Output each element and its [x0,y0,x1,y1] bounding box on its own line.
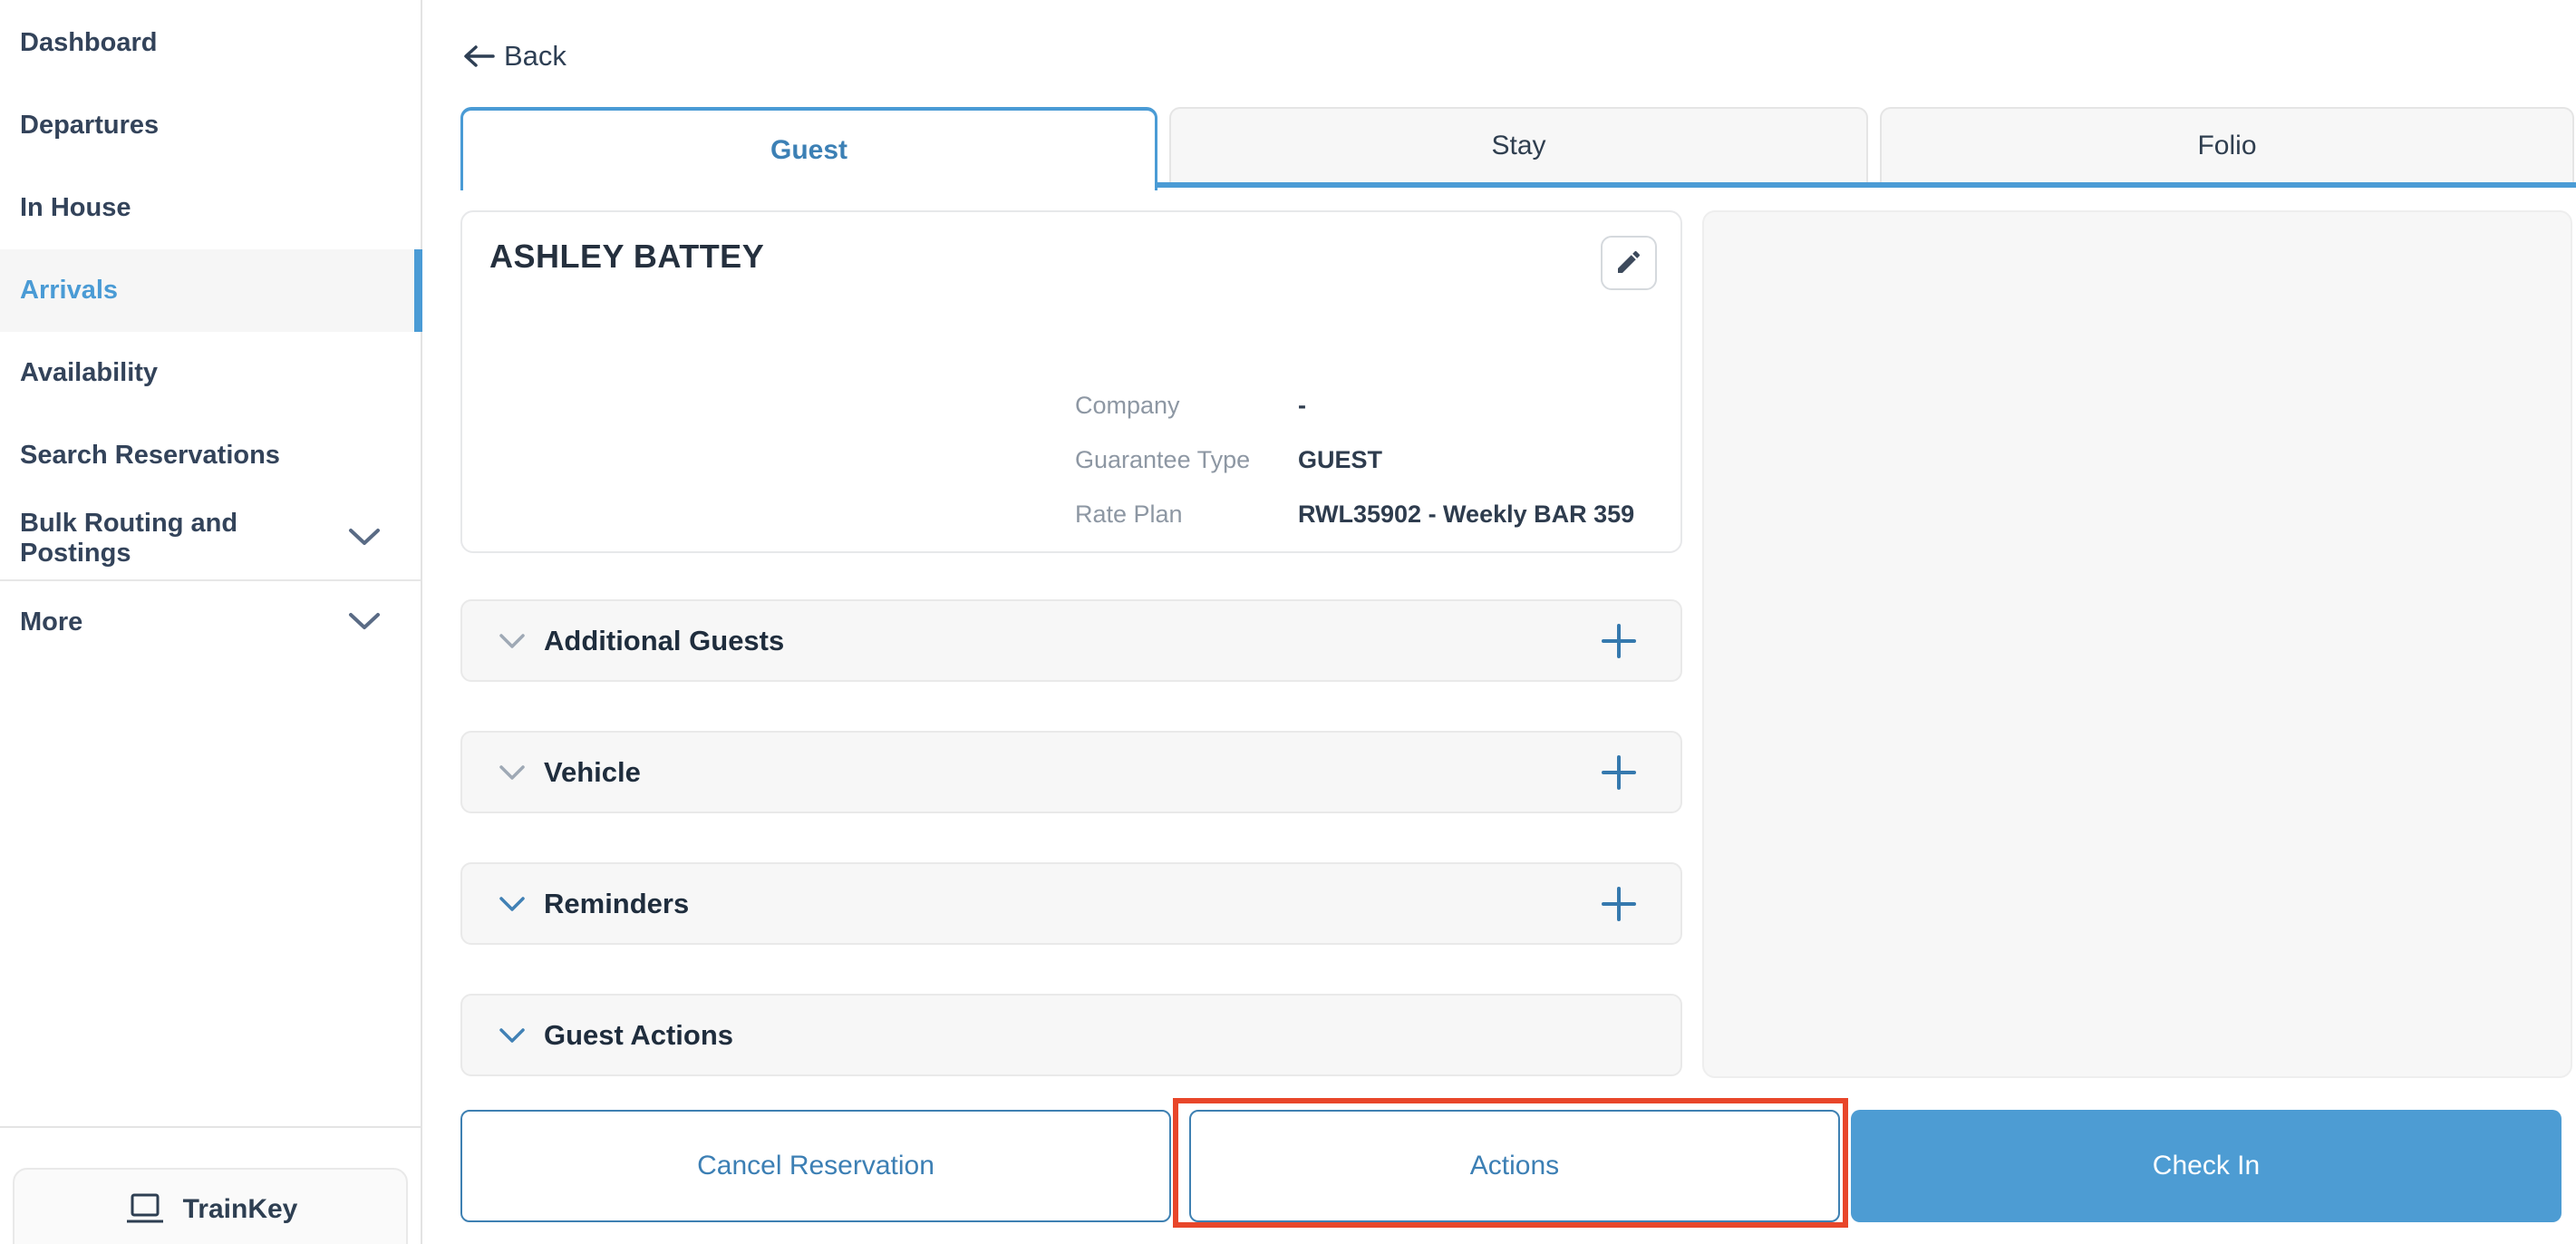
tab-bar: Guest Stay Folio [460,107,2576,190]
sidebar-item-label: More [20,607,82,637]
tab-label: Folio [2197,131,2256,161]
sidebar-item-dashboard[interactable]: Dashboard [0,2,421,84]
add-reminder-button[interactable] [1597,882,1641,926]
field-row-company: Company - [1075,390,1634,421]
section-additional-guests[interactable]: Additional Guests [460,599,1682,682]
section-reminders[interactable]: Reminders [460,862,1682,945]
section-title: Reminders [544,888,1597,920]
app-root: Dashboard Departures In House Arrivals A… [0,0,2576,1244]
section-title: Guest Actions [544,1019,1641,1052]
sidebar-item-label: Search Reservations [20,441,280,471]
chevron-down-icon [499,633,526,649]
add-additional-guest-button[interactable] [1597,619,1641,663]
guest-fields: Company - Guarantee Type GUEST Rate Plan… [1075,390,1634,553]
cancel-reservation-button[interactable]: Cancel Reservation [460,1110,1171,1222]
pencil-icon [1614,248,1643,279]
sidebar-footer: TrainKey [0,1126,421,1244]
plus-icon [1600,885,1638,923]
back-label: Back [504,40,567,73]
check-in-button[interactable]: Check In [1851,1110,2561,1222]
sidebar-item-label: Arrivals [20,276,118,306]
laptop-icon [123,1190,167,1234]
plus-icon [1600,753,1638,792]
edit-guest-button[interactable] [1601,236,1657,290]
sidebar-item-label: In House [20,193,131,223]
sidebar-item-more[interactable]: More [0,581,421,664]
sidebar-item-in-house[interactable]: In House [0,167,421,249]
trainkey-label: TrainKey [183,1190,298,1229]
add-vehicle-button[interactable] [1597,751,1641,794]
section-vehicle[interactable]: Vehicle [460,731,1682,813]
chevron-down-icon [499,896,526,912]
tab-label: Guest [770,135,847,166]
section-title: Vehicle [544,756,1597,789]
guest-name: ASHLEY BATTEY [489,238,764,276]
chevron-down-icon [348,523,381,553]
sidebar: Dashboard Departures In House Arrivals A… [0,0,422,1244]
field-value: RWL35902 - Weekly BAR 359 [1298,499,1634,530]
sidebar-item-label: Availability [20,358,158,388]
arrow-left-icon [462,44,495,69]
sidebar-item-bulk-routing-and-postings[interactable]: Bulk Routing and Postings [0,497,421,579]
field-value: - [1298,390,1306,421]
guest-details-card: ASHLEY BATTEY Company - Guarantee Type G… [460,210,1682,553]
field-label: Company [1075,390,1298,421]
tab-label: Stay [1491,131,1545,161]
sidebar-item-availability[interactable]: Availability [0,332,421,414]
trainkey-button[interactable]: TrainKey [13,1168,408,1244]
actions-button[interactable]: Actions [1189,1110,1840,1222]
field-row-guarantee-type: Guarantee Type GUEST [1075,444,1634,475]
field-value: GUEST [1298,444,1382,475]
sidebar-item-label: Dashboard [20,28,157,58]
tab-guest[interactable]: Guest [460,107,1157,190]
detail-side-panel [1702,210,2572,1078]
section-guest-actions[interactable]: Guest Actions [460,994,1682,1076]
section-title: Additional Guests [544,625,1597,657]
tab-folio[interactable]: Folio [1880,107,2574,182]
chevron-down-icon [348,607,381,637]
tab-active-underline [1157,182,2576,188]
main-content: Back Guest Stay Folio ASHLEY BATTEY [422,0,2576,1244]
plus-icon [1600,622,1638,660]
sidebar-item-label: Departures [20,111,159,141]
sidebar-nav: Dashboard Departures In House Arrivals A… [0,0,421,664]
field-row-rate-plan: Rate Plan RWL35902 - Weekly BAR 359 [1075,499,1634,530]
sidebar-item-search-reservations[interactable]: Search Reservations [0,414,421,497]
chevron-down-icon [499,1027,526,1044]
sidebar-item-departures[interactable]: Departures [0,84,421,167]
field-label: Rate Plan [1075,499,1298,530]
tab-stay[interactable]: Stay [1169,107,1868,182]
chevron-down-icon [499,764,526,781]
back-button[interactable]: Back [462,40,567,73]
field-label: Guarantee Type [1075,444,1298,475]
sidebar-item-arrivals[interactable]: Arrivals [0,249,421,332]
sidebar-item-label: Bulk Routing and Postings [20,509,337,569]
